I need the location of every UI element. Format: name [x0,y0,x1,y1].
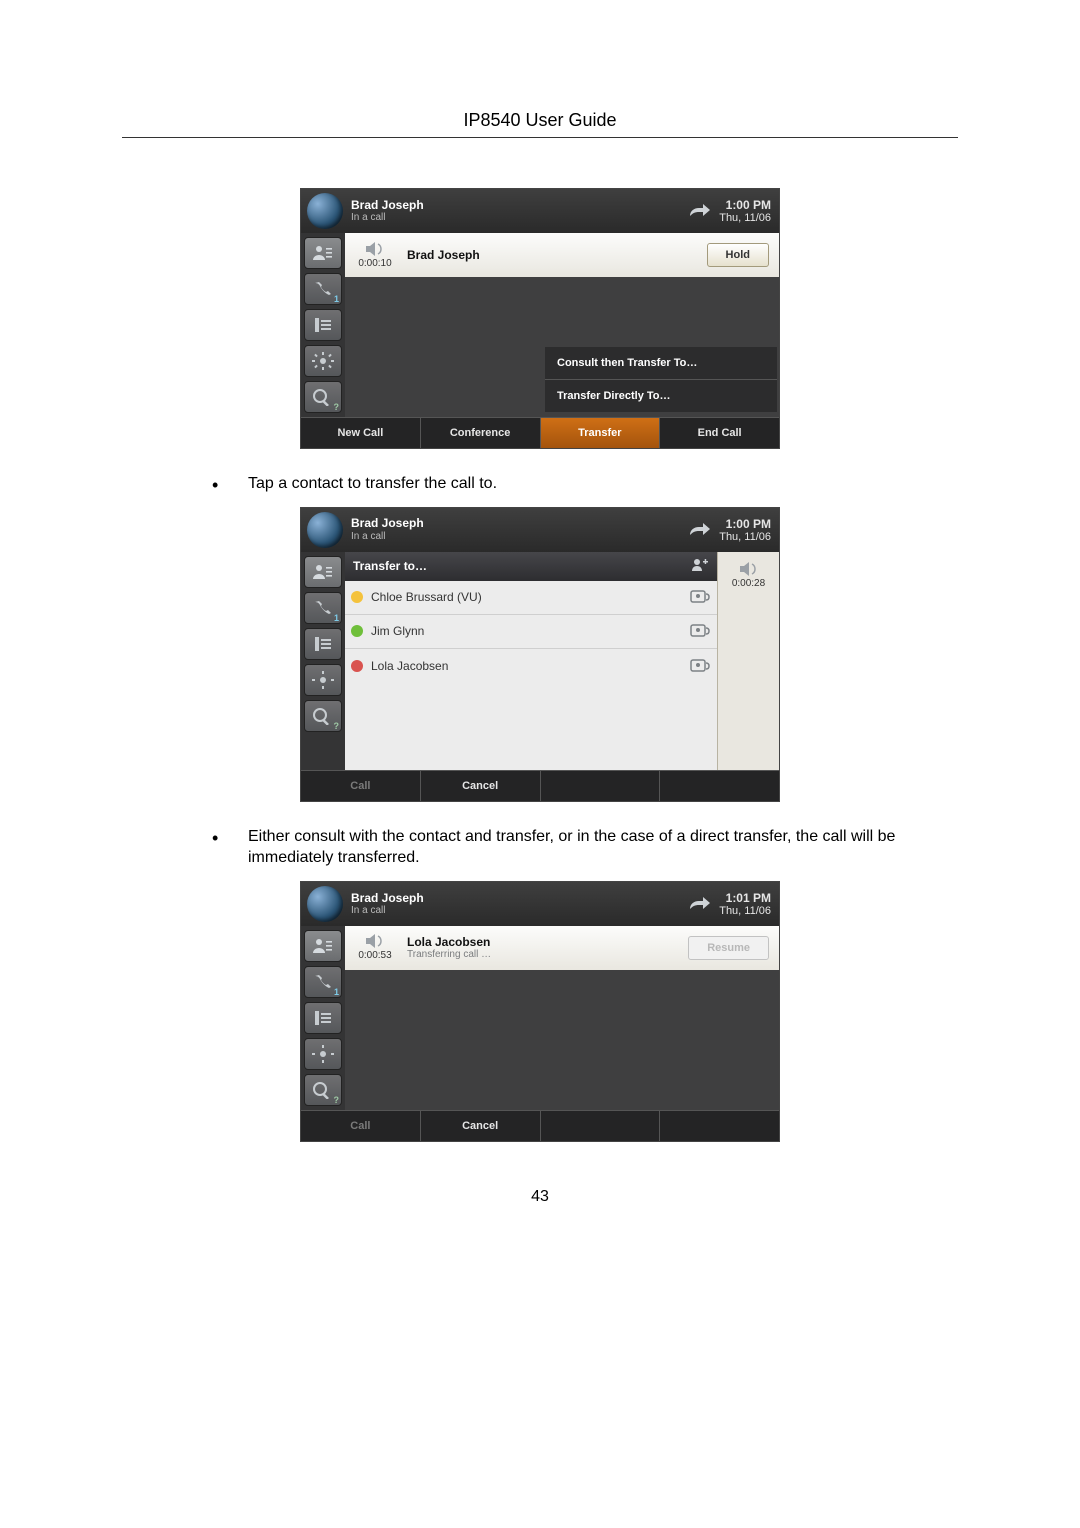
call-peer-name: Brad Joseph [405,248,707,262]
page-number: 43 [122,1188,958,1206]
sidebar-call-log-icon[interactable] [304,628,342,660]
hold-button[interactable]: Hold [707,243,769,267]
sidebar-contacts-icon[interactable] [304,237,342,269]
call-peer-name: Lola Jacobsen [407,935,688,949]
add-contact-icon[interactable] [691,558,709,575]
presence-orb-icon [307,886,343,922]
sidebar-call-log-icon[interactable] [304,309,342,341]
call-timer: 0:00:10 [345,258,405,269]
softkey-blank [541,1111,661,1141]
softkey-cancel[interactable]: Cancel [421,1111,541,1141]
presence-status: In a call [351,212,687,224]
voicemail-icon[interactable] [689,657,711,675]
voicemail-icon[interactable] [689,622,711,640]
softkey-conference[interactable]: Conference [421,418,541,448]
menu-consult-transfer[interactable]: Consult then Transfer To… [545,347,777,379]
clock: 1:01 PM Thu, 11/06 [719,891,779,917]
contact-item[interactable]: Lola Jacobsen [345,649,717,683]
screenshot-transferring: Brad Joseph In a call 1:01 PM Thu, 11/06… [300,881,780,1142]
clock: 1:00 PM Thu, 11/06 [719,517,779,543]
sidebar-help-icon[interactable]: ? [304,1074,342,1106]
transfer-to-header: Transfer to… [345,552,717,581]
sidebar-settings-icon[interactable] [304,664,342,696]
sidebar-voicemail-icon[interactable]: 1 [304,966,342,998]
transfer-context-menu: Consult then Transfer To… Transfer Direc… [545,347,777,412]
presence-status: In a call [351,531,687,543]
softkey-blank [660,771,779,801]
call-forward-icon[interactable] [687,201,713,221]
sidebar: 1 ? [301,552,345,770]
call-status-column: 0:00:28 [717,552,779,770]
softkey-new-call[interactable]: New Call [301,418,421,448]
presence-orb-icon [307,193,343,229]
presence-status: In a call [351,905,687,917]
screenshot-transfer-menu: Brad Joseph In a call 1:00 PM Thu, 11/06… [300,188,780,449]
softkey-bar: New Call Conference Transfer End Call [301,417,779,448]
voicemail-icon[interactable] [689,588,711,606]
status-bar: Brad Joseph In a call 1:00 PM Thu, 11/06 [301,189,779,233]
sidebar-help-icon[interactable]: ? [304,700,342,732]
softkey-call[interactable]: Call [301,1111,421,1141]
presence-name: Brad Joseph [351,198,687,212]
resume-button[interactable]: Resume [688,936,769,960]
call-timer: 0:00:53 [345,950,405,961]
sidebar-voicemail-icon[interactable]: 1 [304,273,342,305]
call-timer: 0:00:28 [722,578,775,589]
presence-name: Brad Joseph [351,891,687,905]
presence-name: Brad Joseph [351,516,687,530]
sidebar-help-icon[interactable]: ? [304,381,342,413]
call-forward-icon[interactable] [687,520,713,540]
header-rule [122,137,958,138]
screenshot-transfer-to-list: Brad Joseph In a call 1:00 PM Thu, 11/06… [300,507,780,802]
contact-item[interactable]: Chloe Brussard (VU) [345,581,717,615]
presence-busy-icon [351,660,363,672]
sidebar-voicemail-icon[interactable]: 1 [304,592,342,624]
softkey-call[interactable]: Call [301,771,421,801]
sidebar-contacts-icon[interactable] [304,556,342,588]
speaker-icon [365,242,385,256]
menu-transfer-directly[interactable]: Transfer Directly To… [545,379,777,412]
sidebar-contacts-icon[interactable] [304,930,342,962]
contact-item[interactable]: Jim Glynn [345,615,717,649]
clock: 1:00 PM Thu, 11/06 [719,198,779,224]
softkey-blank [541,771,661,801]
contact-list: Chloe Brussard (VU) Jim Glynn [345,581,717,770]
instruction-bullet-2: Either consult with the contact and tran… [212,826,952,869]
instruction-bullet-1: Tap a contact to transfer the call to. [212,473,952,495]
sidebar: 1 ? [301,233,345,417]
presence-available-icon [351,625,363,637]
status-bar: Brad Joseph In a call 1:00 PM Thu, 11/06 [301,508,779,552]
softkey-bar: Call Cancel [301,770,779,801]
softkey-transfer[interactable]: Transfer [541,418,661,448]
presence-orb-icon [307,512,343,548]
call-status-text: Transferring call … [407,949,688,960]
status-bar: Brad Joseph In a call 1:01 PM Thu, 11/06 [301,882,779,926]
sidebar-call-log-icon[interactable] [304,1002,342,1034]
active-call-row[interactable]: 0:00:53 Lola Jacobsen Transferring call … [345,926,779,970]
active-call-row[interactable]: 0:00:10 Brad Joseph Hold [345,233,779,277]
speaker-icon [365,934,385,948]
softkey-cancel[interactable]: Cancel [421,771,541,801]
softkey-bar: Call Cancel [301,1110,779,1141]
call-forward-icon[interactable] [687,894,713,914]
softkey-blank [660,1111,779,1141]
presence-away-icon [351,591,363,603]
softkey-end-call[interactable]: End Call [660,418,779,448]
speaker-icon [739,562,759,576]
sidebar-settings-icon[interactable] [304,345,342,377]
page-title: IP8540 User Guide [122,110,958,131]
sidebar: 1 ? [301,926,345,1110]
sidebar-settings-icon[interactable] [304,1038,342,1070]
